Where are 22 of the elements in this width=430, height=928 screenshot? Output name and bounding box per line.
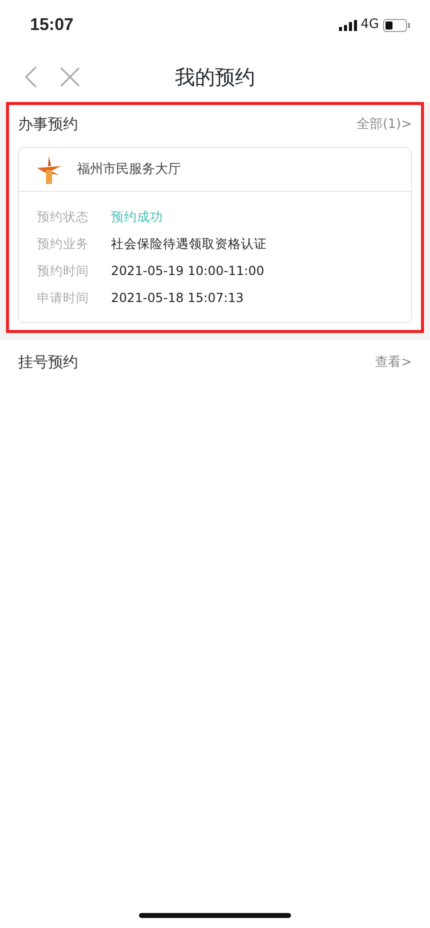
- section-link[interactable]: 全部(1)>: [356, 114, 412, 134]
- section-link[interactable]: 查看>: [375, 352, 412, 372]
- organization-name: 福州市民服务大厅: [77, 160, 181, 179]
- field-label: 申请时间: [37, 289, 90, 308]
- appointment-card[interactable]: 福州市民服务大厅 预约状态 预约成功 预约业务 社会保险待遇领取资格认证 预约时间 2021-05-19 10:00-11:00 申请时间 2021-05-18 15:07:13: [18, 147, 412, 323]
- battery-icon: [383, 18, 410, 32]
- signal-icon: [338, 20, 357, 30]
- close-icon[interactable]: [60, 67, 80, 87]
- section-title: 办事预约: [18, 114, 78, 136]
- field-label: 预约时间: [37, 262, 90, 280]
- field-value: 2021-05-18 15:07:13: [111, 289, 244, 308]
- section-title: 挂号预约: [18, 352, 78, 374]
- field-label: 预约状态: [37, 208, 90, 226]
- field-value: 社会保险待遇领取资格认证: [111, 235, 267, 254]
- status-time: 15:07: [30, 14, 74, 36]
- emblem-icon: [37, 156, 61, 184]
- back-icon[interactable]: [24, 66, 38, 88]
- status-value: 预约成功: [111, 208, 163, 226]
- page-title: 我的预约: [175, 64, 255, 91]
- field-label: 预约业务: [37, 235, 90, 254]
- network-label: 4G: [360, 16, 379, 34]
- field-value: 2021-05-19 10:00-11:00: [111, 262, 264, 280]
